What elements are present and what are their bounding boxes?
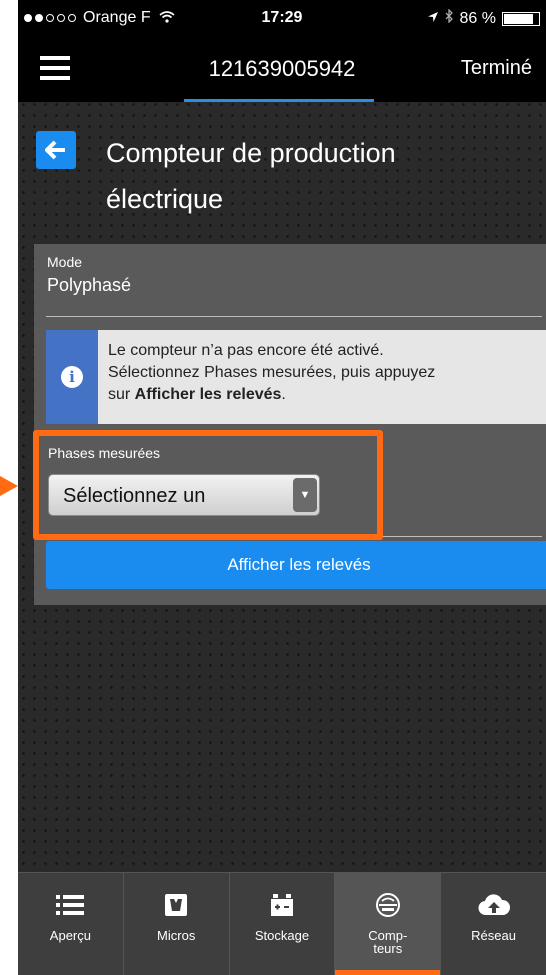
status-right: 86 % (427, 8, 540, 28)
battery-percent: 86 % (459, 9, 496, 27)
mode-value: Polyphasé (47, 275, 132, 295)
tab-label: Réseau (471, 928, 516, 943)
active-tab-indicator (335, 970, 441, 975)
info-text: Le compteur n’a pas encore été activé. S… (98, 330, 443, 424)
page-title: Compteur de production électrique (106, 138, 396, 214)
back-button[interactable] (36, 131, 76, 169)
meter-icon (335, 893, 440, 917)
battery-icon (502, 11, 540, 26)
tab-meters[interactable]: Comp-teurs (335, 873, 442, 975)
highlight-arrow-icon (0, 476, 18, 496)
microinverter-icon (124, 893, 229, 917)
status-bar: Orange F 17:29 86 % (18, 0, 546, 38)
location-arrow-icon (427, 10, 439, 28)
nav-title-underline (184, 99, 374, 102)
done-button[interactable]: Terminé (461, 57, 532, 80)
divider (46, 316, 542, 317)
tab-label-line: teurs (373, 941, 403, 956)
info-line: Le compteur n’a pas encore été activé. (108, 342, 384, 359)
cloud-upload-icon (441, 893, 546, 917)
tab-overview[interactable]: Aperçu (18, 873, 124, 975)
battery-storage-icon (230, 893, 335, 917)
highlight-annotation-box (33, 430, 383, 540)
info-line-prefix: sur (108, 386, 135, 403)
mode-label: Mode (47, 254, 83, 270)
show-readings-button[interactable]: Afficher les relevés (46, 541, 546, 589)
nav-bar: 121639005942 Terminé (18, 38, 546, 102)
info-strip: i (46, 330, 98, 424)
tab-label: Comp-teurs (335, 929, 440, 955)
tab-micros[interactable]: Micros (124, 873, 230, 975)
info-line-bold: Afficher les relevés (134, 386, 282, 403)
meter-settings-panel: Mode Polyphasé i Le compteur n’a pas enc… (34, 244, 546, 605)
bluetooth-icon (445, 8, 454, 28)
info-line: Sélectionnez Phases mesurées, puis appuy… (108, 364, 436, 381)
tab-network[interactable]: Réseau (441, 873, 546, 975)
tab-storage[interactable]: Stockage (230, 873, 336, 975)
battery-fill (504, 13, 534, 24)
info-line-suffix: . (281, 386, 286, 403)
tab-label: Aperçu (49, 928, 91, 943)
info-message: i Le compteur n’a pas encore été activé.… (46, 330, 546, 424)
arrow-left-icon (44, 140, 65, 160)
tab-label: Micros (157, 928, 196, 943)
tab-bar: Aperçu Micros Stockage Comp-teurs Réseau (18, 872, 546, 975)
info-line: sur Afficher les relevés. (108, 384, 435, 406)
list-icon (18, 893, 123, 917)
info-icon: i (61, 366, 83, 388)
tab-label: Stockage (254, 928, 310, 943)
